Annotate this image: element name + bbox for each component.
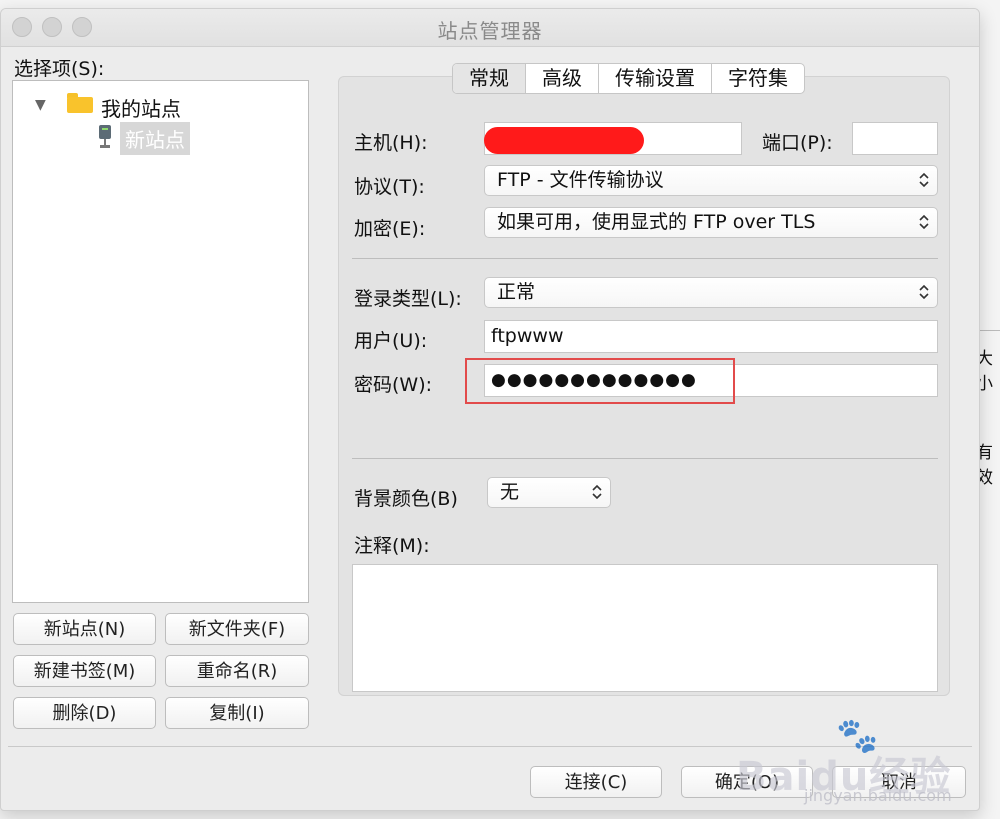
tab-charset[interactable]: 字符集 xyxy=(712,64,804,93)
bg-divider-right xyxy=(978,330,1000,331)
encryption-label: 加密(E): xyxy=(354,218,426,240)
updown-chevron-icon xyxy=(919,214,929,230)
new-site-button[interactable]: 新站点(N) xyxy=(13,613,156,645)
encryption-select[interactable]: 如果可用，使用显式的 FTP over TLS xyxy=(484,207,938,238)
logon-type-label: 登录类型(L): xyxy=(354,288,462,310)
user-input[interactable]: ftpwww xyxy=(484,320,938,353)
password-label: 密码(W): xyxy=(354,374,433,396)
encryption-value: 如果可用，使用显式的 FTP over TLS xyxy=(497,211,816,233)
copy-button[interactable]: 复制(I) xyxy=(165,697,309,729)
titlebar: 站点管理器 xyxy=(1,9,979,47)
background-color-select[interactable]: 无 xyxy=(487,477,611,508)
baidu-watermark: 🐾 Baidu经验 jingyan.baidu.com xyxy=(736,716,976,806)
tree-item-new-site[interactable]: 新站点 xyxy=(120,122,190,155)
tab-bar: 常规 高级 传输设置 字符集 xyxy=(452,63,805,94)
window-title: 站点管理器 xyxy=(437,19,543,43)
password-highlight-box xyxy=(465,358,735,404)
background-color-label: 背景颜色(B) xyxy=(354,488,458,510)
expand-arrow-icon[interactable]: ▼ xyxy=(35,97,46,113)
tab-transfer-settings[interactable]: 传输设置 xyxy=(599,64,712,93)
logon-type-select[interactable]: 正常 xyxy=(484,277,938,308)
new-folder-button[interactable]: 新文件夹(F) xyxy=(165,613,309,645)
site-tree[interactable]: ▼ 我的站点 新站点 xyxy=(12,80,309,603)
updown-chevron-icon xyxy=(919,284,929,300)
comments-label: 注释(M): xyxy=(354,535,430,557)
port-input[interactable] xyxy=(852,122,938,155)
tab-advanced[interactable]: 高级 xyxy=(526,64,599,93)
watermark-url: jingyan.baidu.com xyxy=(804,786,952,805)
protocol-label: 协议(T): xyxy=(354,176,425,198)
host-label: 主机(H): xyxy=(354,132,428,154)
connect-button[interactable]: 连接(C) xyxy=(530,766,662,798)
protocol-value: FTP - 文件传输协议 xyxy=(497,169,664,191)
updown-chevron-icon xyxy=(592,484,602,500)
section-divider xyxy=(352,258,938,259)
redaction-mark xyxy=(484,127,644,154)
port-label: 端口(P): xyxy=(762,132,833,154)
folder-icon xyxy=(67,93,93,113)
section-divider xyxy=(352,458,938,459)
new-bookmark-button[interactable]: 新建书签(M) xyxy=(13,655,156,687)
comments-textarea[interactable] xyxy=(352,564,938,692)
user-label: 用户(U): xyxy=(354,330,428,352)
server-icon xyxy=(99,125,111,149)
background-color-value: 无 xyxy=(500,481,520,503)
protocol-select[interactable]: FTP - 文件传输协议 xyxy=(484,165,938,196)
delete-button[interactable]: 删除(D) xyxy=(13,697,156,729)
logon-type-value: 正常 xyxy=(497,281,536,303)
updown-chevron-icon xyxy=(919,172,929,188)
tab-general[interactable]: 常规 xyxy=(453,64,526,93)
rename-button[interactable]: 重命名(R) xyxy=(165,655,309,687)
select-entry-label: 选择项(S): xyxy=(14,58,105,80)
tree-root-my-sites[interactable]: 我的站点 xyxy=(101,93,181,122)
